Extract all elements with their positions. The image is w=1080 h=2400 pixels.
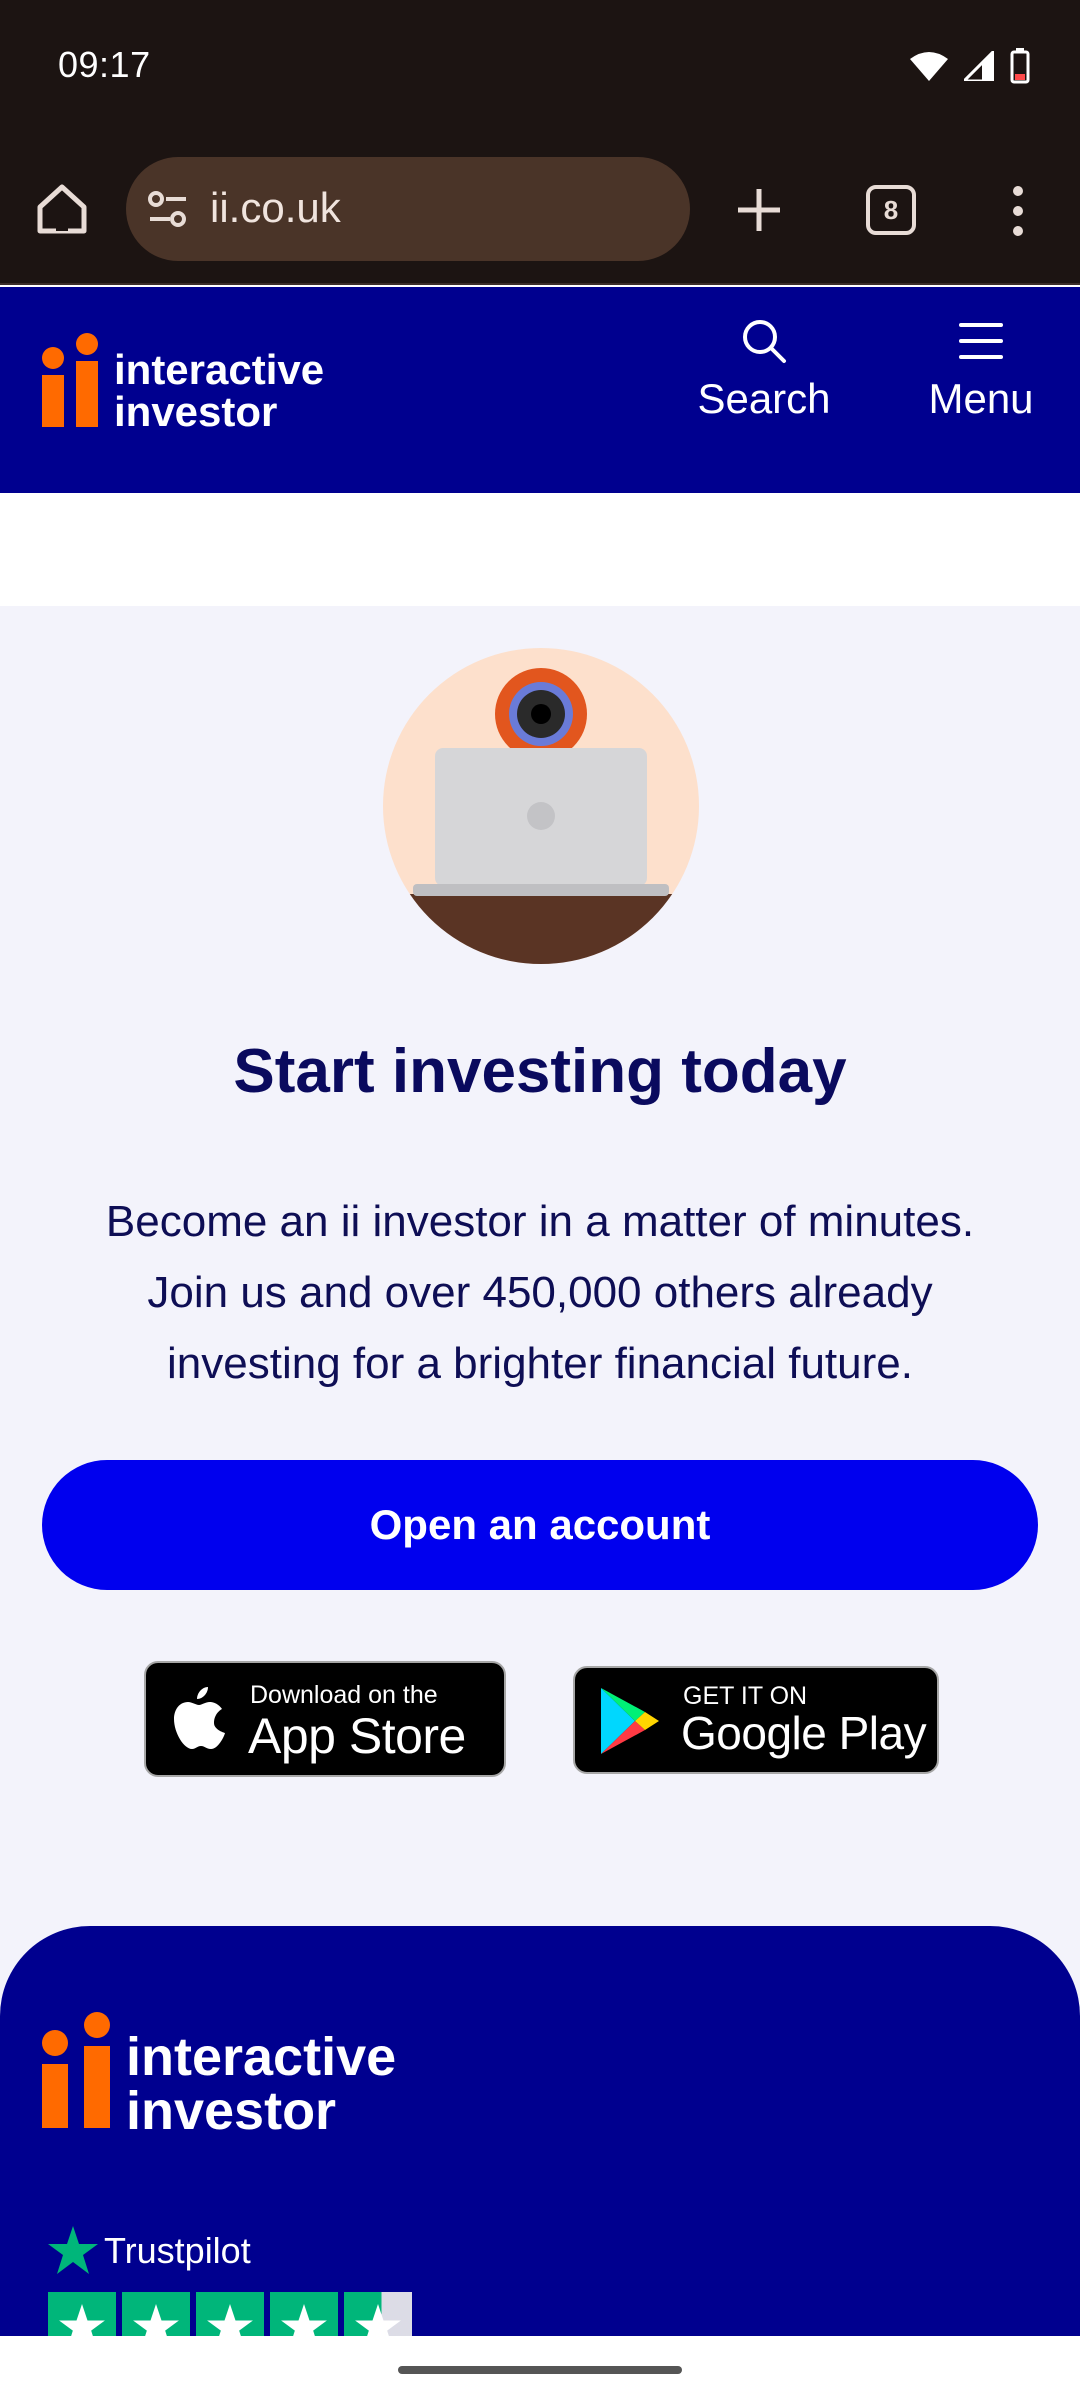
playstore-big-text: Google Play	[681, 1707, 927, 1759]
address-bar[interactable]: ii.co.uk	[126, 157, 690, 261]
logo-text: interactive investor	[114, 349, 324, 433]
footer-logo-text: interactive investor	[126, 2030, 396, 2138]
footer-logo-line-1: interactive	[126, 2027, 397, 2087]
new-tab-icon[interactable]	[734, 185, 784, 235]
footer-ii-logo-mark	[40, 2012, 114, 2132]
appstore-small-text: Download on the	[250, 1681, 438, 1709]
system-nav-bar	[0, 2336, 1080, 2400]
site-logo[interactable]: interactive investor	[40, 333, 324, 433]
trustpilot-star-icon	[48, 2226, 98, 2274]
menu-button[interactable]: Menu	[908, 317, 1054, 423]
logo-line-1: interactive	[114, 346, 325, 393]
browser-toolbar: ii.co.uk 8	[0, 135, 1080, 285]
status-time: 09:17	[58, 44, 151, 85]
ii-logo-mark	[40, 333, 102, 433]
status-bar: 09:17	[0, 0, 1080, 135]
apple-icon	[174, 1687, 225, 1749]
trustpilot-label: Trustpilot	[104, 2230, 251, 2271]
open-account-button[interactable]: Open an account	[42, 1460, 1038, 1590]
home-icon[interactable]	[34, 181, 90, 237]
google-play-icon	[601, 1688, 659, 1754]
hamburger-icon	[959, 323, 1003, 359]
more-options-icon[interactable]	[1000, 183, 1036, 239]
hero-illustration	[383, 648, 699, 964]
laptop-webcam-image	[383, 668, 699, 964]
wifi-icon	[910, 52, 948, 81]
search-label: Search	[697, 375, 831, 422]
logo-line-2: investor	[114, 388, 278, 435]
tab-switcher-button[interactable]: 8	[866, 185, 916, 235]
search-button[interactable]: Search	[684, 317, 844, 423]
google-play-badge[interactable]: GET IT ON Google Play	[573, 1666, 939, 1774]
app-store-badge[interactable]: Download on the App Store	[144, 1661, 506, 1777]
url-text: ii.co.uk	[210, 184, 341, 231]
battery-icon	[1010, 48, 1030, 84]
page-heading: Start investing today	[233, 1037, 847, 1106]
site-header: interactive investor Search Menu	[0, 287, 1080, 493]
site-settings-icon[interactable]	[146, 187, 190, 231]
signal-icon	[964, 51, 994, 81]
home-gesture-handle[interactable]	[398, 2366, 682, 2374]
spacer	[0, 493, 1080, 606]
appstore-big-text: App Store	[248, 1708, 466, 1764]
status-icons	[910, 48, 1030, 84]
footer: interactive investor Trustpilot	[0, 1926, 1080, 2360]
intro-text: Become an ii investor in a matter of min…	[105, 1197, 975, 1388]
footer-logo-line-2: investor	[126, 2081, 337, 2141]
menu-label: Menu	[928, 375, 1034, 422]
search-icon	[743, 320, 786, 363]
footer-logo[interactable]: interactive investor	[40, 2012, 396, 2138]
